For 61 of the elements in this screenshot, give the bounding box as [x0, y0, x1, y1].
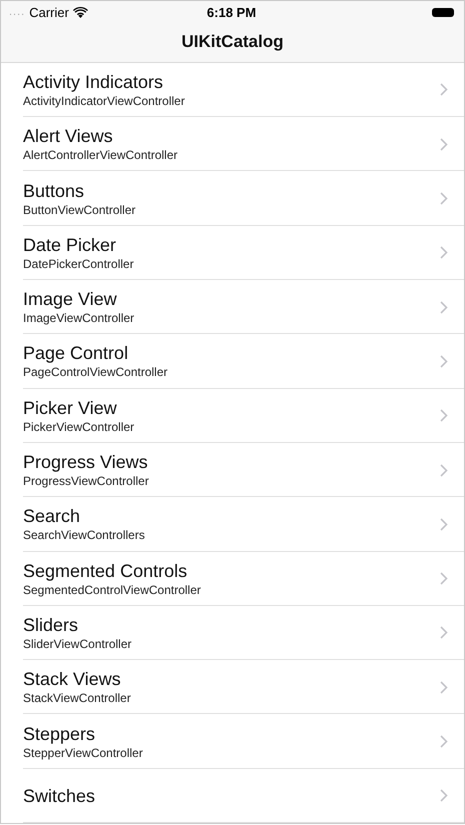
wifi-icon — [72, 6, 88, 18]
item-subtitle: PageControlViewController — [23, 365, 169, 380]
chevron-icon — [440, 626, 448, 640]
chevron-icon — [440, 354, 448, 368]
list-item[interactable]: Buttons ButtonViewController — [1, 171, 464, 226]
item-title: Alert Views — [23, 125, 114, 148]
item-subtitle: PickerViewController — [23, 420, 136, 435]
item-title: Progress Views — [23, 451, 149, 474]
item-title: Date Picker — [23, 234, 118, 256]
list-item[interactable]: Date Picker DatePickerController — [1, 226, 464, 280]
list-item[interactable]: Progress Views ProgressViewController — [1, 442, 464, 498]
window-title: UIKitCatalog — [180, 31, 284, 54]
list-item[interactable]: Alert Views AlertControllerViewController — [1, 117, 464, 172]
item-subtitle: StepperViewController — [23, 746, 144, 761]
item-title: Steppers — [23, 722, 96, 745]
item-subtitle: SegmentedControlViewController — [23, 582, 202, 598]
item-title: Search — [23, 505, 82, 528]
item-title: Sliders — [23, 614, 80, 636]
list-item[interactable]: Segmented Controls SegmentedControlViewController — [1, 552, 464, 606]
time-label: 6:18 PM — [206, 4, 256, 20]
chevron-icon — [440, 300, 448, 314]
item-title: Page Control — [23, 342, 130, 364]
battery-icon — [432, 8, 454, 16]
list-item[interactable]: Image View ImageViewController — [1, 280, 464, 334]
chevron-icon — [440, 735, 448, 748]
list-item[interactable]: Steppers StepperViewController — [1, 714, 464, 769]
carrier-label: Carrier — [29, 4, 69, 20]
chevron-icon — [440, 192, 448, 206]
item-title: Image View — [23, 288, 118, 310]
item-title: Switches — [23, 784, 96, 807]
item-subtitle: SliderViewController — [23, 636, 132, 652]
list-item[interactable]: Activity Indicators ActivityIndicatorViewController — [1, 62, 464, 118]
chevron-icon — [440, 518, 448, 531]
item-subtitle: SearchViewControllers — [23, 528, 146, 544]
list-item[interactable]: Search SearchViewControllers — [1, 497, 464, 552]
item-title: Activity Indicators — [23, 70, 164, 93]
item-subtitle: ProgressViewController — [23, 474, 150, 490]
chevron-icon — [440, 246, 448, 260]
chevron-icon — [440, 572, 448, 586]
item-subtitle: ImageViewController — [23, 311, 136, 326]
item-title: Segmented Controls — [23, 560, 188, 582]
item-title: Picker View — [23, 396, 118, 419]
item-subtitle: StackViewController — [23, 691, 132, 706]
chevron-icon — [440, 680, 448, 694]
chevron-icon — [440, 409, 448, 422]
item-title: Stack Views — [23, 668, 122, 690]
list-item[interactable]: Sliders SliderViewController — [1, 606, 464, 660]
chevron-icon — [440, 138, 448, 151]
list-item[interactable]: Switches — [1, 768, 464, 823]
list-item[interactable]: Stack Views StackViewController — [1, 660, 464, 714]
signal-dots: .... — [9, 6, 26, 18]
item-subtitle: DatePickerController — [23, 256, 135, 272]
list-item[interactable]: Picker View PickerViewController — [1, 388, 464, 443]
chevron-icon — [440, 83, 448, 96]
chevron-icon — [440, 464, 448, 477]
chevron-icon — [440, 789, 448, 802]
item-subtitle: ActivityIndicatorViewController — [23, 94, 186, 109]
item-subtitle: AlertControllerViewController — [23, 148, 179, 164]
item-subtitle: ButtonViewController — [23, 202, 137, 218]
list-item[interactable]: Page Control PageControlViewController — [1, 334, 464, 389]
item-title: Buttons — [23, 180, 86, 202]
